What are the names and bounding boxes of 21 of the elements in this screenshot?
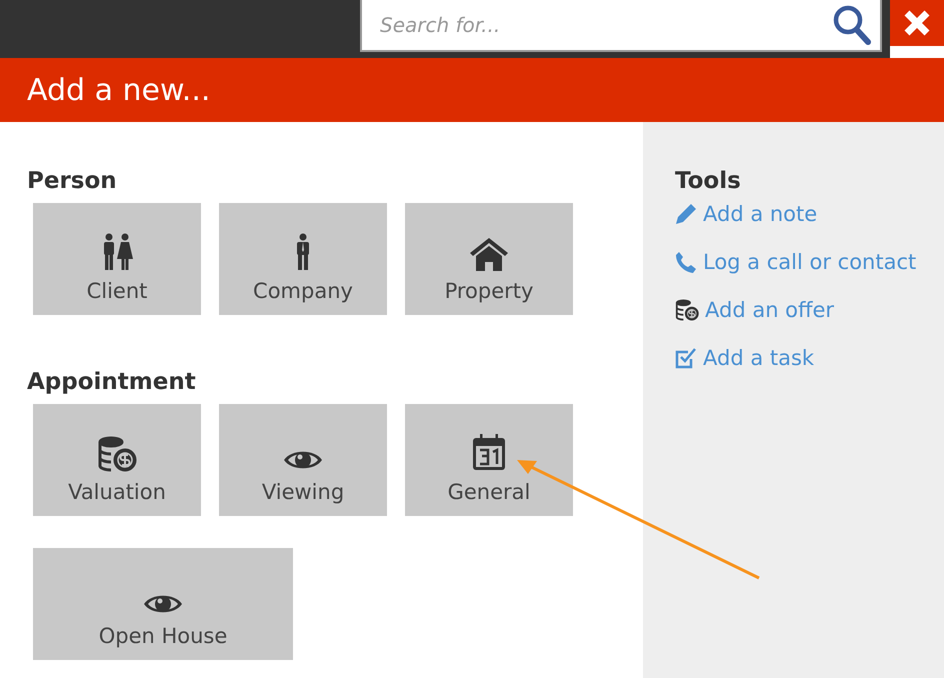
close-button[interactable] bbox=[890, 0, 944, 46]
phone-icon bbox=[675, 251, 697, 273]
house-icon bbox=[469, 237, 509, 271]
section-title: Person bbox=[27, 167, 118, 196]
tile-button[interactable]: General bbox=[405, 404, 573, 516]
search-icon[interactable] bbox=[832, 4, 872, 46]
checkbox-icon bbox=[675, 347, 697, 369]
tile-button[interactable]: Client bbox=[33, 203, 201, 315]
tile-button[interactable]: Property bbox=[405, 203, 573, 315]
close-icon bbox=[903, 9, 931, 37]
tile-button[interactable]: Open House bbox=[33, 548, 293, 660]
calendar-icon bbox=[471, 434, 507, 472]
coins-icon bbox=[675, 299, 699, 321]
tile-button[interactable]: Valuation bbox=[33, 404, 201, 516]
coins-icon bbox=[97, 436, 137, 472]
pencil-icon bbox=[675, 203, 697, 225]
header-title: Add a new... bbox=[27, 72, 210, 108]
section-title: Appointment bbox=[27, 368, 197, 397]
tile-button[interactable]: Viewing bbox=[219, 404, 387, 516]
search-field[interactable]: Search for... bbox=[360, 0, 882, 52]
tile-button[interactable]: Company bbox=[219, 203, 387, 315]
